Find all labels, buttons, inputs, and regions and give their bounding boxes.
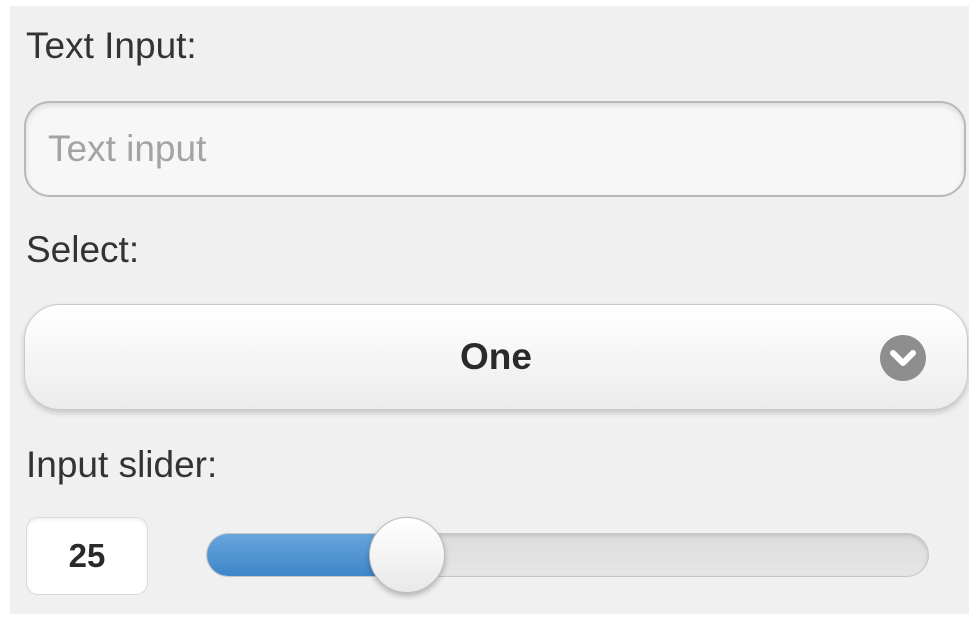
chevron-down-circle-icon xyxy=(880,335,926,381)
slider-handle[interactable] xyxy=(368,517,445,593)
slider-value-input[interactable]: 25 xyxy=(26,517,148,595)
select-dropdown[interactable]: One xyxy=(24,304,968,410)
slider-label: Input slider: xyxy=(26,444,218,485)
select-selected-value: One xyxy=(460,336,532,377)
slider-track[interactable] xyxy=(206,533,929,577)
text-input-label: Text Input: xyxy=(26,25,197,66)
form-panel: Text Input: Select: One Input slider: 25 xyxy=(10,6,969,614)
text-input-field[interactable] xyxy=(24,101,966,197)
select-label: Select: xyxy=(26,229,140,270)
